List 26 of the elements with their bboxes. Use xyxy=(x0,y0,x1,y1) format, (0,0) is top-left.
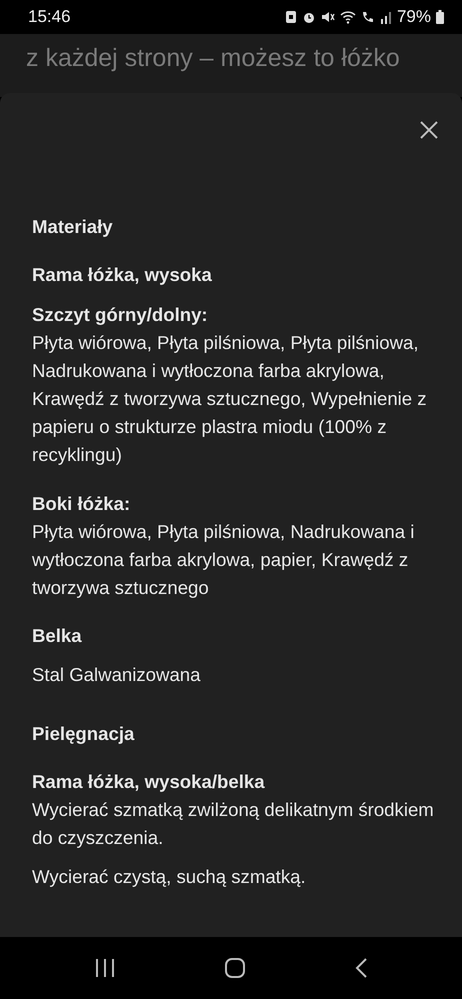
close-icon xyxy=(420,121,438,139)
back-icon xyxy=(354,957,368,979)
section-title: Materiały xyxy=(32,215,114,239)
call-icon xyxy=(360,10,375,24)
description-text: Wycierać szmatką zwilżoną delikatnym środkiem do czyszczenia. xyxy=(32,798,434,850)
part-label: Boki łóżka: xyxy=(32,492,132,516)
wifi-icon xyxy=(340,10,356,24)
signal-icon xyxy=(380,10,392,24)
part-label: Rama łóżka, wysoka/belka xyxy=(32,770,266,794)
description-text: Płyta wiórowa, Płyta pilśniowa, Nadrukowana i wytłoczona farba akrylowa, papier, Krawędź z tworzywa sztucznego xyxy=(32,520,416,600)
description-text: Wycierać czystą, suchą szmatką. xyxy=(32,865,307,889)
background-text: z każdej strony – możesz to łóżko xyxy=(26,44,400,73)
status-time: 15:46 xyxy=(28,7,71,27)
item-heading: Rama łóżka, wysoka xyxy=(32,263,213,287)
battery-percent: 79% xyxy=(396,7,431,27)
recent-apps-icon xyxy=(94,958,116,978)
item-heading: Belka xyxy=(32,624,83,648)
description-text: Stal Galwanizowana xyxy=(32,663,202,687)
mute-icon xyxy=(320,10,335,24)
description-text: Płyta wiórowa, Płyta pilśniowa, Płyta pilśniowa, Nadrukowana i wytłoczona farba akrylowa, Krawędź z tworzywa sztucznego, Wypełnienie z papieru o strukturze plastra miodu (100% z recyklingu) xyxy=(32,331,428,467)
home-icon xyxy=(224,957,246,979)
alarm-icon xyxy=(302,10,316,24)
section-title: Pielęgnacja xyxy=(32,722,136,746)
part-label: Szczyt górny/dolny: xyxy=(32,303,209,327)
battery-icon xyxy=(436,10,444,24)
notification-icon xyxy=(284,10,297,24)
